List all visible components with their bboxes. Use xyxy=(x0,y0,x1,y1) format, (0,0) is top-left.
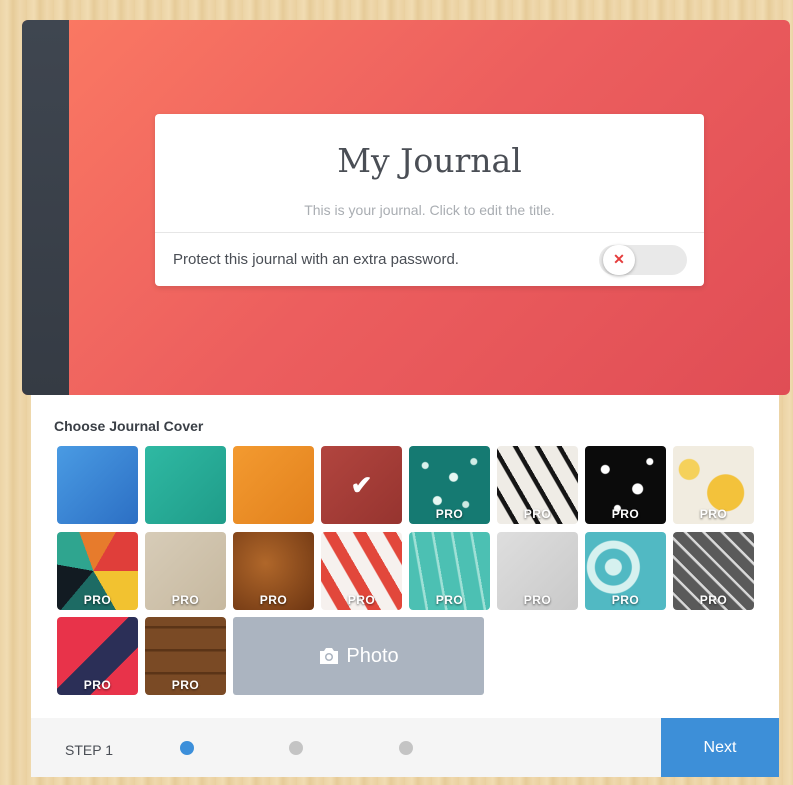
journal-title-hint: This is your journal. Click to edit the … xyxy=(304,202,555,218)
journal-spine xyxy=(22,20,69,395)
pro-badge: PRO xyxy=(435,507,464,521)
cover-tile-black-white-splatter[interactable]: PRO xyxy=(585,446,666,524)
pro-badge: PRO xyxy=(171,678,200,692)
cover-chooser: Choose Journal Cover ✔ PRO PRO PRO PRO P… xyxy=(31,395,779,718)
cover-tile-wood-planks-texture[interactable]: PRO xyxy=(145,617,226,695)
step-dot-1 xyxy=(180,741,194,755)
cover-tile-teal-lines-pattern[interactable]: PRO xyxy=(409,532,490,610)
pro-badge: PRO xyxy=(611,593,640,607)
step-dot-2 xyxy=(289,741,303,755)
pro-badge: PRO xyxy=(259,593,288,607)
cover-tile-black-leaf-pattern[interactable]: PRO xyxy=(497,446,578,524)
journal-title-panel: My Journal This is your journal. Click t… xyxy=(155,114,704,286)
cover-tile-red-fabric-texture[interactable]: PRO xyxy=(57,617,138,695)
photo-cover-button[interactable]: Photo xyxy=(233,617,484,695)
pro-badge: PRO xyxy=(699,593,728,607)
cover-tile-yellow-flower-pattern[interactable]: PRO xyxy=(673,446,754,524)
pro-badge: PRO xyxy=(83,678,112,692)
cover-tile-teal-dots-pattern[interactable]: PRO xyxy=(409,446,490,524)
pro-badge: PRO xyxy=(171,593,200,607)
password-toggle[interactable]: ✕ xyxy=(599,244,687,275)
cover-tile-solid-orange[interactable] xyxy=(233,446,314,524)
pro-badge: PRO xyxy=(347,593,376,607)
step-dot-3 xyxy=(399,741,413,755)
pro-badge: PRO xyxy=(83,593,112,607)
pro-badge: PRO xyxy=(611,507,640,521)
password-label: Protect this journal with an extra passw… xyxy=(173,251,459,268)
pro-badge: PRO xyxy=(523,593,552,607)
camera-icon xyxy=(320,648,339,664)
password-row: Protect this journal with an extra passw… xyxy=(155,233,704,286)
selected-check-icon: ✔ xyxy=(350,470,373,500)
close-icon: ✕ xyxy=(613,251,625,267)
cover-tile-grey-chevron-pattern[interactable]: PRO xyxy=(673,532,754,610)
cover-tile-beige-paper-texture[interactable]: PRO xyxy=(145,532,226,610)
pro-badge: PRO xyxy=(523,507,552,521)
cover-heading: Choose Journal Cover xyxy=(54,418,204,434)
journal-title[interactable]: My Journal xyxy=(155,141,704,180)
next-button[interactable]: Next xyxy=(661,718,779,777)
wizard-footer: STEP 1 Next xyxy=(31,718,779,777)
photo-label: Photo xyxy=(346,644,399,667)
cover-tile-geometric-triangles[interactable]: PRO xyxy=(57,532,138,610)
toggle-knob: ✕ xyxy=(603,244,635,275)
cover-tile-grey-paper-texture[interactable]: PRO xyxy=(497,532,578,610)
cover-tile-brown-leather-texture[interactable]: PRO xyxy=(233,532,314,610)
journal-cover-preview: My Journal This is your journal. Click t… xyxy=(22,20,790,395)
cover-tile-solid-teal[interactable] xyxy=(145,446,226,524)
step-label: STEP 1 xyxy=(65,742,113,758)
cover-tile-solid-red[interactable]: ✔ xyxy=(321,446,402,524)
cover-tile-red-brush-strokes[interactable]: PRO xyxy=(321,532,402,610)
cover-tile-solid-blue[interactable] xyxy=(57,446,138,524)
pro-badge: PRO xyxy=(435,593,464,607)
cover-tile-teal-swirl-pattern[interactable]: PRO xyxy=(585,532,666,610)
pro-badge: PRO xyxy=(699,507,728,521)
